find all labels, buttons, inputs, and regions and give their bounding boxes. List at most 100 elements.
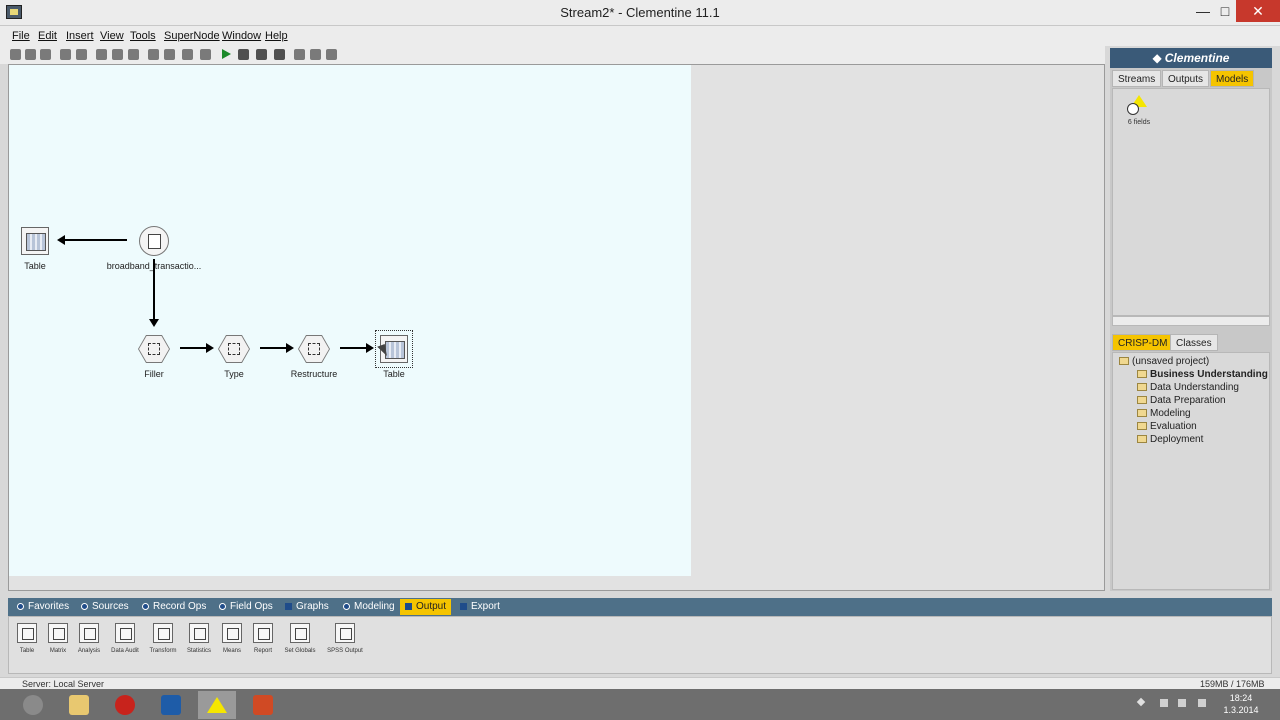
taskbar-app-clementine[interactable] — [198, 691, 236, 719]
copy-icon[interactable] — [96, 49, 107, 60]
menu-file[interactable]: File — [12, 30, 30, 42]
palette-item-analysis[interactable]: Analysis — [69, 623, 109, 654]
menu-help[interactable]: Help — [265, 30, 288, 42]
node-palette: Table Matrix Analysis Data Audit Transfo… — [8, 616, 1272, 674]
tray-network-icon[interactable] — [1178, 699, 1186, 707]
link-restructure-table — [340, 343, 374, 353]
node-type[interactable] — [218, 333, 250, 365]
stop-execution-icon[interactable] — [256, 49, 267, 60]
tab-streams[interactable]: Streams — [1112, 70, 1162, 87]
record-ops-icon — [142, 603, 149, 610]
folder-icon — [1137, 396, 1147, 404]
model-nugget-icon[interactable] — [1127, 95, 1149, 117]
close-button[interactable]: ✕ — [1236, 0, 1280, 22]
menu-tools[interactable]: Tools — [130, 30, 156, 42]
clementine-logo-icon: ◆ — [1152, 51, 1162, 65]
tools-icon — [23, 695, 43, 715]
tree-folder-label: Modeling — [1150, 408, 1191, 419]
tab-classes[interactable]: Classes — [1170, 334, 1218, 351]
tree-folder-modeling[interactable]: Modeling — [1137, 408, 1191, 419]
tree-folder-business[interactable]: Business Understanding — [1137, 369, 1268, 380]
var-file-source-icon — [139, 226, 169, 256]
statistics-icon — [189, 623, 209, 643]
folder-icon — [1119, 357, 1129, 365]
save-stream-icon[interactable] — [40, 49, 51, 60]
open-stream-icon[interactable] — [25, 49, 36, 60]
taskbar-clock[interactable]: 18:24 1.3.2014 — [1216, 692, 1266, 716]
tree-folder-deployment[interactable]: Deployment — [1137, 434, 1203, 445]
type-node-icon — [228, 343, 240, 355]
paste-special-icon[interactable] — [128, 49, 139, 60]
tree-folder-data-preparation[interactable]: Data Preparation — [1137, 395, 1226, 406]
modeling-icon — [343, 603, 350, 610]
cut-icon[interactable] — [76, 49, 87, 60]
zoom-out-icon[interactable] — [326, 49, 337, 60]
node-restructure[interactable] — [298, 333, 330, 365]
print-icon[interactable] — [60, 49, 71, 60]
annotate-icon[interactable] — [200, 49, 211, 60]
menu-edit[interactable]: Edit — [38, 30, 57, 42]
export-icon — [460, 603, 467, 610]
node-filler[interactable] — [138, 333, 170, 365]
palette-item-label: Transform — [149, 648, 177, 654]
tab-models[interactable]: Models — [1210, 70, 1255, 87]
palette-item-transform[interactable]: Transform — [143, 623, 183, 654]
palette-tab-record-ops[interactable]: Record Ops — [137, 599, 211, 615]
tree-folder-evaluation[interactable]: Evaluation — [1137, 421, 1197, 432]
palette-tab-modeling[interactable]: Modeling — [338, 599, 400, 615]
outlook-icon — [161, 695, 181, 715]
tree-root[interactable]: (unsaved project) — [1119, 356, 1209, 367]
report-icon — [253, 623, 273, 643]
taskbar-app-powerpoint[interactable] — [244, 691, 282, 719]
undo-icon[interactable] — [148, 49, 159, 60]
taskbar-app-outlook[interactable] — [152, 691, 190, 719]
execute-selection-icon[interactable] — [238, 49, 249, 60]
palette-tab-favorites[interactable]: Favorites — [12, 599, 74, 615]
palette-tab-label: Record Ops — [153, 601, 207, 612]
palette-item-report[interactable]: Report — [243, 623, 283, 654]
palette-item-data-audit[interactable]: Data Audit — [105, 623, 145, 654]
link-filler-type — [180, 343, 214, 353]
zoom-in-icon[interactable] — [310, 49, 321, 60]
output-icon — [405, 603, 412, 610]
palette-tab-export[interactable]: Export — [455, 599, 505, 615]
palette-tab-output[interactable]: Output — [400, 599, 452, 615]
menu-view[interactable]: View — [100, 30, 124, 42]
tab-crisp-dm[interactable]: CRISP-DM — [1112, 334, 1174, 351]
palette-tab-label: Sources — [92, 601, 129, 612]
new-stream-icon[interactable] — [10, 49, 21, 60]
menu-window[interactable]: Window — [222, 30, 261, 42]
graphs-icon — [285, 603, 292, 610]
menu-supernode[interactable]: SuperNode — [164, 30, 220, 42]
link-type-restructure — [260, 343, 294, 353]
taskbar-app-browser[interactable] — [106, 691, 144, 719]
folder-icon — [1137, 383, 1147, 391]
palette-tab-sources[interactable]: Sources — [76, 599, 134, 615]
models-horizontal-scrollbar[interactable] — [1112, 316, 1270, 326]
menu-insert[interactable]: Insert — [66, 30, 94, 42]
palette-tab-field-ops[interactable]: Field Ops — [214, 599, 278, 615]
folder-icon — [1137, 422, 1147, 430]
taskbar-app-1[interactable] — [14, 691, 52, 719]
tray-expand-icon[interactable] — [1136, 697, 1146, 707]
edit-node-icon[interactable] — [182, 49, 193, 60]
palette-item-spss-output[interactable]: SPSS Output — [325, 623, 365, 654]
taskbar-app-explorer[interactable] — [60, 691, 98, 719]
palette-item-set-globals[interactable]: Set Globals — [280, 623, 320, 654]
execute-stream-icon[interactable] — [222, 49, 231, 59]
node-table-1[interactable] — [19, 225, 51, 257]
palette-tab-graphs[interactable]: Graphs — [280, 599, 334, 615]
tray-flag-icon[interactable] — [1160, 699, 1168, 707]
tab-outputs[interactable]: Outputs — [1162, 70, 1210, 87]
favorite-star-icon[interactable] — [294, 49, 305, 60]
restructure-node-icon — [308, 343, 320, 355]
palette-tab-label: Output — [416, 601, 447, 612]
stream-canvas[interactable]: Table broadband_transactio... Filler Typ… — [9, 65, 691, 576]
brand-name: Clementine — [1164, 51, 1230, 65]
paste-icon[interactable] — [112, 49, 123, 60]
tree-folder-data-understanding[interactable]: Data Understanding — [1137, 382, 1239, 393]
tray-volume-icon[interactable] — [1198, 699, 1206, 707]
redo-icon[interactable] — [164, 49, 175, 60]
node-source[interactable] — [138, 225, 170, 257]
supernode-icon[interactable] — [274, 49, 285, 60]
